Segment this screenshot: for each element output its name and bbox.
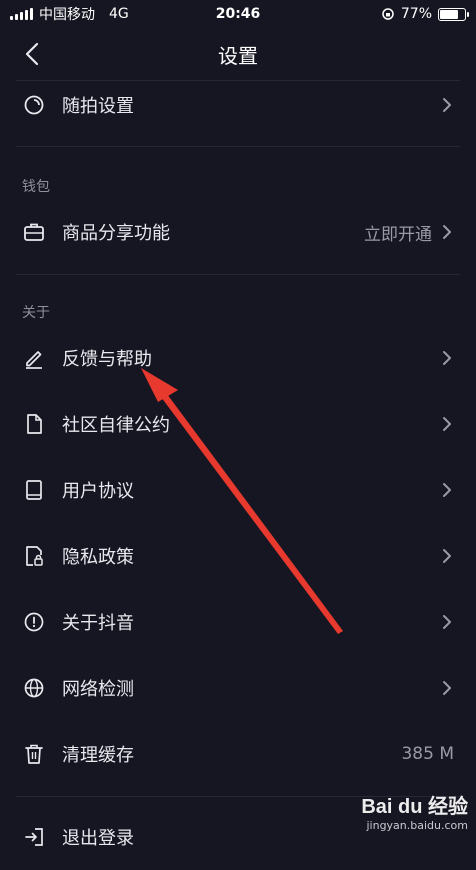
trash-icon xyxy=(22,742,46,766)
globe-icon xyxy=(22,676,46,700)
chevron-right-icon xyxy=(440,547,454,565)
row-value: 立即开通 xyxy=(364,224,432,245)
logout-icon xyxy=(22,825,46,849)
document-icon xyxy=(22,412,46,436)
battery-icon xyxy=(438,7,469,21)
row-label: 商品分享功能 xyxy=(62,223,170,244)
settings-row-about-douyin[interactable]: 关于抖音 xyxy=(0,589,476,655)
chevron-right-icon xyxy=(440,223,454,241)
row-label: 反馈与帮助 xyxy=(62,349,152,370)
chevron-right-icon xyxy=(440,481,454,499)
section-divider xyxy=(16,274,460,275)
settings-row-goods-share[interactable]: 商品分享功能 立即开通 xyxy=(0,199,476,265)
row-label: 随拍设置 xyxy=(62,96,134,117)
chevron-right-icon xyxy=(440,415,454,433)
status-left: 中国移动 4G xyxy=(10,4,129,24)
settings-row-privacy[interactable]: 隐私政策 xyxy=(0,523,476,589)
battery-percent: 77% xyxy=(400,6,432,22)
watermark-url: jingyan.baidu.com xyxy=(366,819,468,832)
settings-row-suipai[interactable]: 随拍设置 xyxy=(0,72,476,138)
status-time: 20:46 xyxy=(215,6,261,22)
settings-row-feedback[interactable]: 反馈与帮助 xyxy=(0,325,476,391)
info-circle-icon xyxy=(22,610,46,634)
lock-document-icon xyxy=(22,544,46,568)
status-right: 77% xyxy=(381,6,469,22)
chevron-right-icon xyxy=(440,349,454,367)
back-button[interactable] xyxy=(14,36,50,72)
signal-icon xyxy=(10,8,33,20)
book-icon xyxy=(22,478,46,502)
network-type: 4G xyxy=(109,6,129,22)
section-divider xyxy=(16,146,460,147)
settings-row-community[interactable]: 社区自律公约 xyxy=(0,391,476,457)
page-title: 设置 xyxy=(218,43,258,68)
pencil-icon xyxy=(22,346,46,370)
section-header-wallet: 钱包 xyxy=(22,179,50,195)
section-header-about: 关于 xyxy=(22,305,50,321)
status-bar: 中国移动 4G 20:46 77% xyxy=(0,0,476,28)
camera-circle-icon xyxy=(22,93,46,117)
battery-fill xyxy=(440,9,458,19)
baidu-jingyan-watermark: Bai du 经验 jingyan.baidu.com xyxy=(361,790,468,832)
carrier-name: 中国移动 xyxy=(39,7,95,23)
settings-row-clear-cache[interactable]: 清理缓存 385 M xyxy=(0,721,476,787)
chevron-right-icon xyxy=(440,613,454,631)
row-label: 社区自律公约 xyxy=(62,415,170,436)
briefcase-icon xyxy=(22,220,46,244)
settings-row-user-agreement[interactable]: 用户协议 xyxy=(0,457,476,523)
chevron-right-icon xyxy=(440,96,454,114)
row-label: 清理缓存 xyxy=(62,745,134,766)
orientation-lock-icon xyxy=(382,8,394,20)
row-label: 网络检测 xyxy=(62,679,134,700)
chevron-left-icon xyxy=(25,42,39,66)
watermark-logo: Bai du 经验 xyxy=(361,796,468,818)
chevron-right-icon xyxy=(440,679,454,697)
row-label: 用户协议 xyxy=(62,481,134,502)
row-label: 关于抖音 xyxy=(62,613,134,634)
row-label: 隐私政策 xyxy=(62,547,134,568)
cache-size-value: 385 M xyxy=(401,744,454,764)
settings-row-network-check[interactable]: 网络检测 xyxy=(0,655,476,721)
